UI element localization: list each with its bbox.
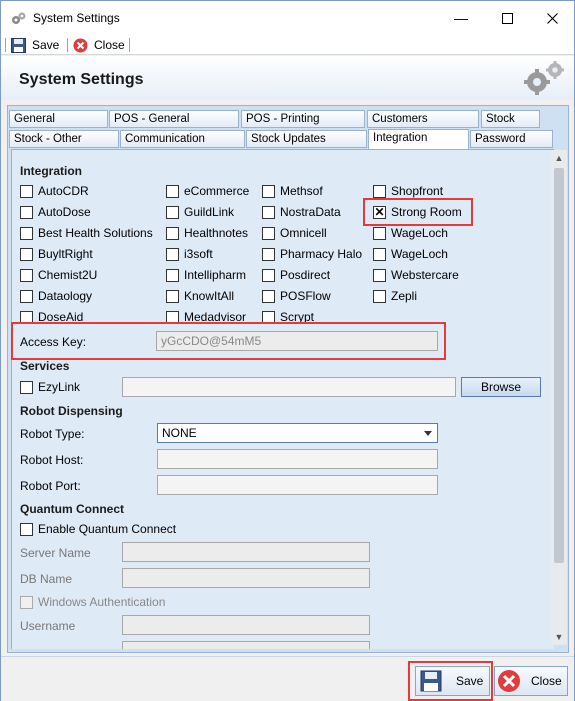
username-label: Username [20,619,76,633]
checkbox-intellipharm[interactable]: Intellipharm [166,267,246,283]
server-name-label: Server Name [20,546,91,560]
password-field-partial[interactable] [122,641,370,649]
checkbox-dataology[interactable]: Dataology [20,288,92,304]
page-title: System Settings [19,71,144,88]
tab-customers[interactable]: Customers [367,110,479,128]
tab-stock-other[interactable]: Stock - Other [9,130,119,148]
quantum-heading: Quantum Connect [20,502,124,516]
checkbox-i3soft[interactable]: i3soft [166,246,213,262]
floppy-disk-icon [11,37,26,53]
robot-host-label: Robot Host: [20,453,84,467]
close-icon [546,12,558,24]
checkbox-webstercare[interactable]: Webstercare [373,267,459,283]
maximize-button[interactable] [484,1,530,35]
close-circle-icon [73,38,88,52]
toolbar-separator [67,38,68,52]
close-circle-icon [498,670,520,692]
db-name-field[interactable] [122,568,370,588]
checkbox-windows-authentication[interactable]: Windows Authentication [20,594,165,610]
gears-icon [524,61,564,95]
footer-close-button[interactable]: Close [494,666,568,696]
checkbox-wageloch[interactable]: WageLoch [373,225,448,241]
checkbox-omnicell[interactable]: Omnicell [262,225,327,241]
checkbox-posdirect[interactable]: Posdirect [262,267,330,283]
checkbox-healthnotes[interactable]: Healthnotes [166,225,248,241]
tab-stock-updates[interactable]: Stock Updates [246,130,367,148]
window-close-button[interactable] [529,1,575,35]
toolbar-save-button[interactable]: Save [11,37,59,53]
robot-type-value: NONE [162,426,197,440]
checkbox-guildlink[interactable]: GuildLink [166,204,234,220]
robot-port-field[interactable] [157,475,438,495]
checkbox-autocdr[interactable]: AutoCDR [20,183,89,199]
checkbox-pharmacy-halo[interactable]: Pharmacy Halo [262,246,362,262]
checkbox-nostradata[interactable]: NostraData [262,204,341,220]
checkbox-posflow[interactable]: POSFlow [262,288,331,304]
robot-type-select[interactable]: NONE [157,423,438,443]
checkbox-methsof[interactable]: Methsof [262,183,323,199]
checkbox-enable-quantum[interactable]: Enable Quantum Connect [20,521,176,537]
tab-communication[interactable]: Communication [120,130,245,148]
checkbox-chemist2u[interactable]: Chemist2U [20,267,97,283]
window-title: System Settings [33,11,120,25]
checkbox-ezylink[interactable]: EzyLink [20,379,80,395]
checkbox-ecommerce[interactable]: eCommerce [166,183,249,199]
integration-heading: Integration [20,164,82,178]
server-name-field[interactable] [122,542,370,562]
tab-integration[interactable]: Integration [368,129,469,150]
minimize-button[interactable]: — [438,1,484,35]
robot-host-field[interactable] [157,449,438,469]
title-bar: System Settings — [1,1,574,35]
robot-port-label: Robot Port: [20,479,81,493]
toolbar-save-label: Save [32,38,60,52]
checkbox-knowitall[interactable]: KnowItAll [166,288,234,304]
checkbox-autodose[interactable]: AutoDose [20,204,91,220]
services-heading: Services [20,359,70,373]
checkbox-best-health-solutions[interactable]: Best Health Solutions [20,225,153,241]
maximize-icon [501,12,513,24]
robot-type-label: Robot Type: [20,427,85,441]
checkbox-wageloch-2[interactable]: WageLoch [373,246,448,262]
footer-close-label: Close [531,674,562,688]
gears-app-icon [12,12,26,24]
scroll-down-icon[interactable]: ▼ [551,629,567,645]
db-name-label: DB Name [20,572,73,586]
username-field[interactable] [122,615,370,635]
checkbox-buyltright[interactable]: BuyltRight [20,246,93,262]
access-key-highlight [11,322,446,360]
scrollbar-thumb[interactable] [554,168,564,563]
scroll-up-icon[interactable]: ▲ [551,150,567,166]
toolbar-close-button[interactable]: Close [73,37,125,53]
tab-stock[interactable]: Stock [481,110,540,128]
checkbox-shopfront[interactable]: Shopfront [373,183,443,199]
tab-general[interactable]: General [9,110,108,128]
save-button-highlight [408,661,493,701]
page-header: System Settings [1,56,574,100]
tab-password[interactable]: Password [470,130,553,148]
strong-room-highlight [363,198,473,226]
vertical-scrollbar[interactable]: ▲ ▼ [551,150,567,645]
settings-window: System Settings — Save Close System Sett… [0,0,575,701]
ezylink-path-field[interactable] [122,377,456,397]
tab-pos-printing[interactable]: POS - Printing [241,110,365,128]
robot-heading: Robot Dispensing [20,404,123,418]
minimize-icon: — [454,10,468,26]
toolbar-close-label: Close [94,38,125,52]
toolbar-separator [5,38,6,52]
checkbox-zepli[interactable]: Zepli [373,288,417,304]
chevron-down-icon [424,431,432,436]
toolbar-separator [129,38,130,52]
toolbar: Save Close [1,35,574,55]
browse-button[interactable]: Browse [461,377,541,397]
tab-pos-general[interactable]: POS - General [109,110,239,128]
